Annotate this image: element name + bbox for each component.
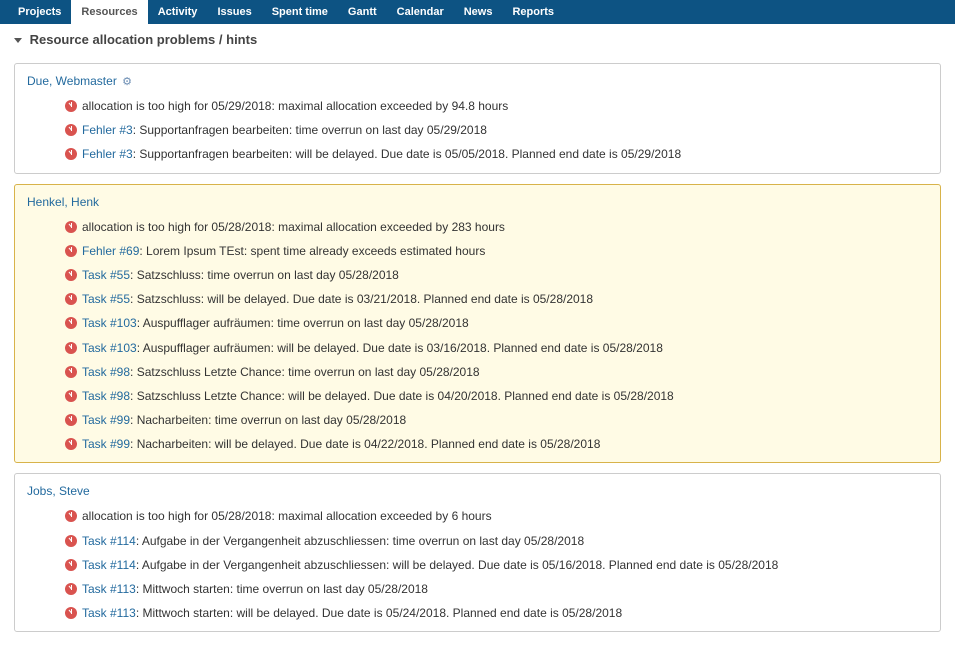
problem-message: : Nacharbeiten: time overrun on last day…	[130, 413, 406, 427]
problem-item: Task #103: Auspufflager aufräumen: time …	[27, 311, 928, 335]
problem-message: : Nacharbeiten: will be delayed. Due dat…	[130, 437, 600, 451]
person-box: Due, Webmaster ⚙ allocation is too high f…	[14, 63, 941, 174]
problem-item: Fehler #3: Supportanfragen bearbeiten: w…	[27, 142, 928, 166]
clock-warning-icon	[65, 559, 77, 571]
problem-message: : Auspufflager aufräumen: time overrun o…	[137, 316, 469, 330]
clock-warning-icon	[65, 100, 77, 112]
problem-item: allocation is too high for 05/29/2018: m…	[27, 94, 928, 118]
issue-link[interactable]: Task #114	[82, 534, 136, 548]
problem-item: Task #114: Aufgabe in der Vergangenheit …	[27, 553, 928, 577]
problem-message: : Aufgabe in der Vergangenheit abzuschli…	[136, 534, 584, 548]
issue-link[interactable]: Task #98	[82, 365, 130, 379]
problem-message: : Supportanfragen bearbeiten: will be de…	[133, 147, 681, 161]
problem-message: : Auspufflager aufräumen: will be delaye…	[137, 341, 663, 355]
problem-message: : Supportanfragen bearbeiten: time overr…	[133, 123, 487, 137]
clock-warning-icon	[65, 510, 77, 522]
clock-warning-icon	[65, 245, 77, 257]
issue-link[interactable]: Task #114	[82, 558, 136, 572]
issue-link[interactable]: Task #99	[82, 413, 130, 427]
problem-item: Fehler #69: Lorem Ipsum TEst: spent time…	[27, 239, 928, 263]
problem-message: : Satzschluss Letzte Chance: will be del…	[130, 389, 674, 403]
problem-item: allocation is too high for 05/28/2018: m…	[27, 215, 928, 239]
clock-warning-icon	[65, 535, 77, 547]
issue-link[interactable]: Fehler #3	[82, 123, 133, 137]
problem-item: Task #98: Satzschluss Letzte Chance: wil…	[27, 384, 928, 408]
problem-message: allocation is too high for 05/28/2018: m…	[82, 509, 492, 523]
problem-item: Task #55: Satzschluss: time overrun on l…	[27, 263, 928, 287]
clock-warning-icon	[65, 317, 77, 329]
problem-item: Task #113: Mittwoch starten: time overru…	[27, 577, 928, 601]
issue-link[interactable]: Task #99	[82, 437, 130, 451]
problem-item: Task #113: Mittwoch starten: will be del…	[27, 601, 928, 625]
problem-item: Task #98: Satzschluss Letzte Chance: tim…	[27, 360, 928, 384]
section-header: Resource allocation problems / hints	[0, 24, 955, 53]
nav-spent-time[interactable]: Spent time	[262, 0, 338, 24]
clock-warning-icon	[65, 390, 77, 402]
section-title: Resource allocation problems / hints	[30, 32, 258, 47]
problem-message: : Satzschluss Letzte Chance: time overru…	[130, 365, 480, 379]
person-box: Henkel, Henk allocation is too high for 0…	[14, 184, 941, 464]
problem-message: : Satzschluss: time overrun on last day …	[130, 268, 399, 282]
nav-activity[interactable]: Activity	[148, 0, 208, 24]
person-name-link[interactable]: Jobs, Steve	[27, 482, 928, 504]
issue-link[interactable]: Task #103	[82, 341, 137, 355]
clock-warning-icon	[65, 438, 77, 450]
issue-link[interactable]: Fehler #69	[82, 244, 139, 258]
nav-resources[interactable]: Resources	[71, 0, 147, 24]
issue-link[interactable]: Task #103	[82, 316, 137, 330]
main-nav: ProjectsResourcesActivityIssuesSpent tim…	[0, 0, 955, 24]
nav-gantt[interactable]: Gantt	[338, 0, 387, 24]
issue-link[interactable]: Task #113	[82, 606, 136, 620]
person-box: Jobs, Steve allocation is too high for 05…	[14, 473, 941, 632]
gear-icon[interactable]: ⚙	[122, 76, 132, 88]
content-area: Due, Webmaster ⚙ allocation is too high f…	[0, 63, 955, 646]
clock-warning-icon	[65, 607, 77, 619]
issue-link[interactable]: Task #55	[82, 292, 130, 306]
problem-message: : Aufgabe in der Vergangenheit abzuschli…	[136, 558, 778, 572]
problem-message: : Mittwoch starten: will be delayed. Due…	[136, 606, 622, 620]
clock-warning-icon	[65, 221, 77, 233]
problem-message: : Mittwoch starten: time overrun on last…	[136, 582, 428, 596]
issue-link[interactable]: Task #98	[82, 389, 130, 403]
nav-calendar[interactable]: Calendar	[387, 0, 454, 24]
problem-item: Task #55: Satzschluss: will be delayed. …	[27, 287, 928, 311]
problem-message: : Satzschluss: will be delayed. Due date…	[130, 292, 593, 306]
nav-news[interactable]: News	[454, 0, 503, 24]
problem-item: allocation is too high for 05/28/2018: m…	[27, 504, 928, 528]
issue-link[interactable]: Fehler #3	[82, 147, 133, 161]
problem-item: Fehler #3: Supportanfragen bearbeiten: t…	[27, 118, 928, 142]
person-name-link[interactable]: Due, Webmaster ⚙	[27, 72, 928, 94]
issue-link[interactable]: Task #55	[82, 268, 130, 282]
clock-warning-icon	[65, 342, 77, 354]
clock-warning-icon	[65, 293, 77, 305]
problem-item: Task #103: Auspufflager aufräumen: will …	[27, 336, 928, 360]
problem-item: Task #99: Nacharbeiten: time overrun on …	[27, 408, 928, 432]
problem-message: allocation is too high for 05/29/2018: m…	[82, 99, 508, 113]
collapse-icon[interactable]	[14, 38, 22, 43]
clock-warning-icon	[65, 124, 77, 136]
problem-item: Task #99: Nacharbeiten: will be delayed.…	[27, 432, 928, 456]
nav-projects[interactable]: Projects	[8, 0, 71, 24]
nav-issues[interactable]: Issues	[207, 0, 261, 24]
clock-warning-icon	[65, 148, 77, 160]
issue-link[interactable]: Task #113	[82, 582, 136, 596]
clock-warning-icon	[65, 269, 77, 281]
nav-reports[interactable]: Reports	[502, 0, 564, 24]
clock-warning-icon	[65, 583, 77, 595]
person-name-link[interactable]: Henkel, Henk	[27, 193, 928, 215]
clock-warning-icon	[65, 366, 77, 378]
problem-item: Task #114: Aufgabe in der Vergangenheit …	[27, 529, 928, 553]
clock-warning-icon	[65, 414, 77, 426]
problem-message: : Lorem Ipsum TEst: spent time already e…	[139, 244, 485, 258]
problem-message: allocation is too high for 05/28/2018: m…	[82, 220, 505, 234]
